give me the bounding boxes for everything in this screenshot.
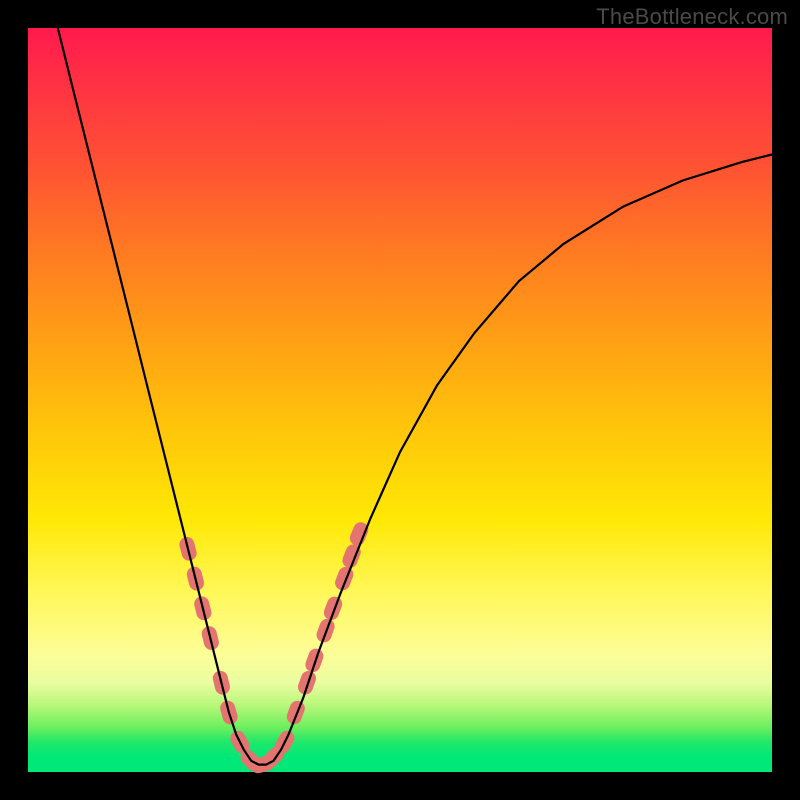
curve-bead [285,699,307,727]
watermark-text: TheBottleneck.com [596,4,788,30]
curve-bead [333,565,356,593]
curve-bead [303,647,325,675]
chart-frame: TheBottleneck.com [0,0,800,800]
bottleneck-curve [58,28,772,765]
bead-group [178,520,371,775]
curve-bead [296,669,318,697]
chart-overlay [28,28,772,772]
curve-bead [322,594,345,622]
